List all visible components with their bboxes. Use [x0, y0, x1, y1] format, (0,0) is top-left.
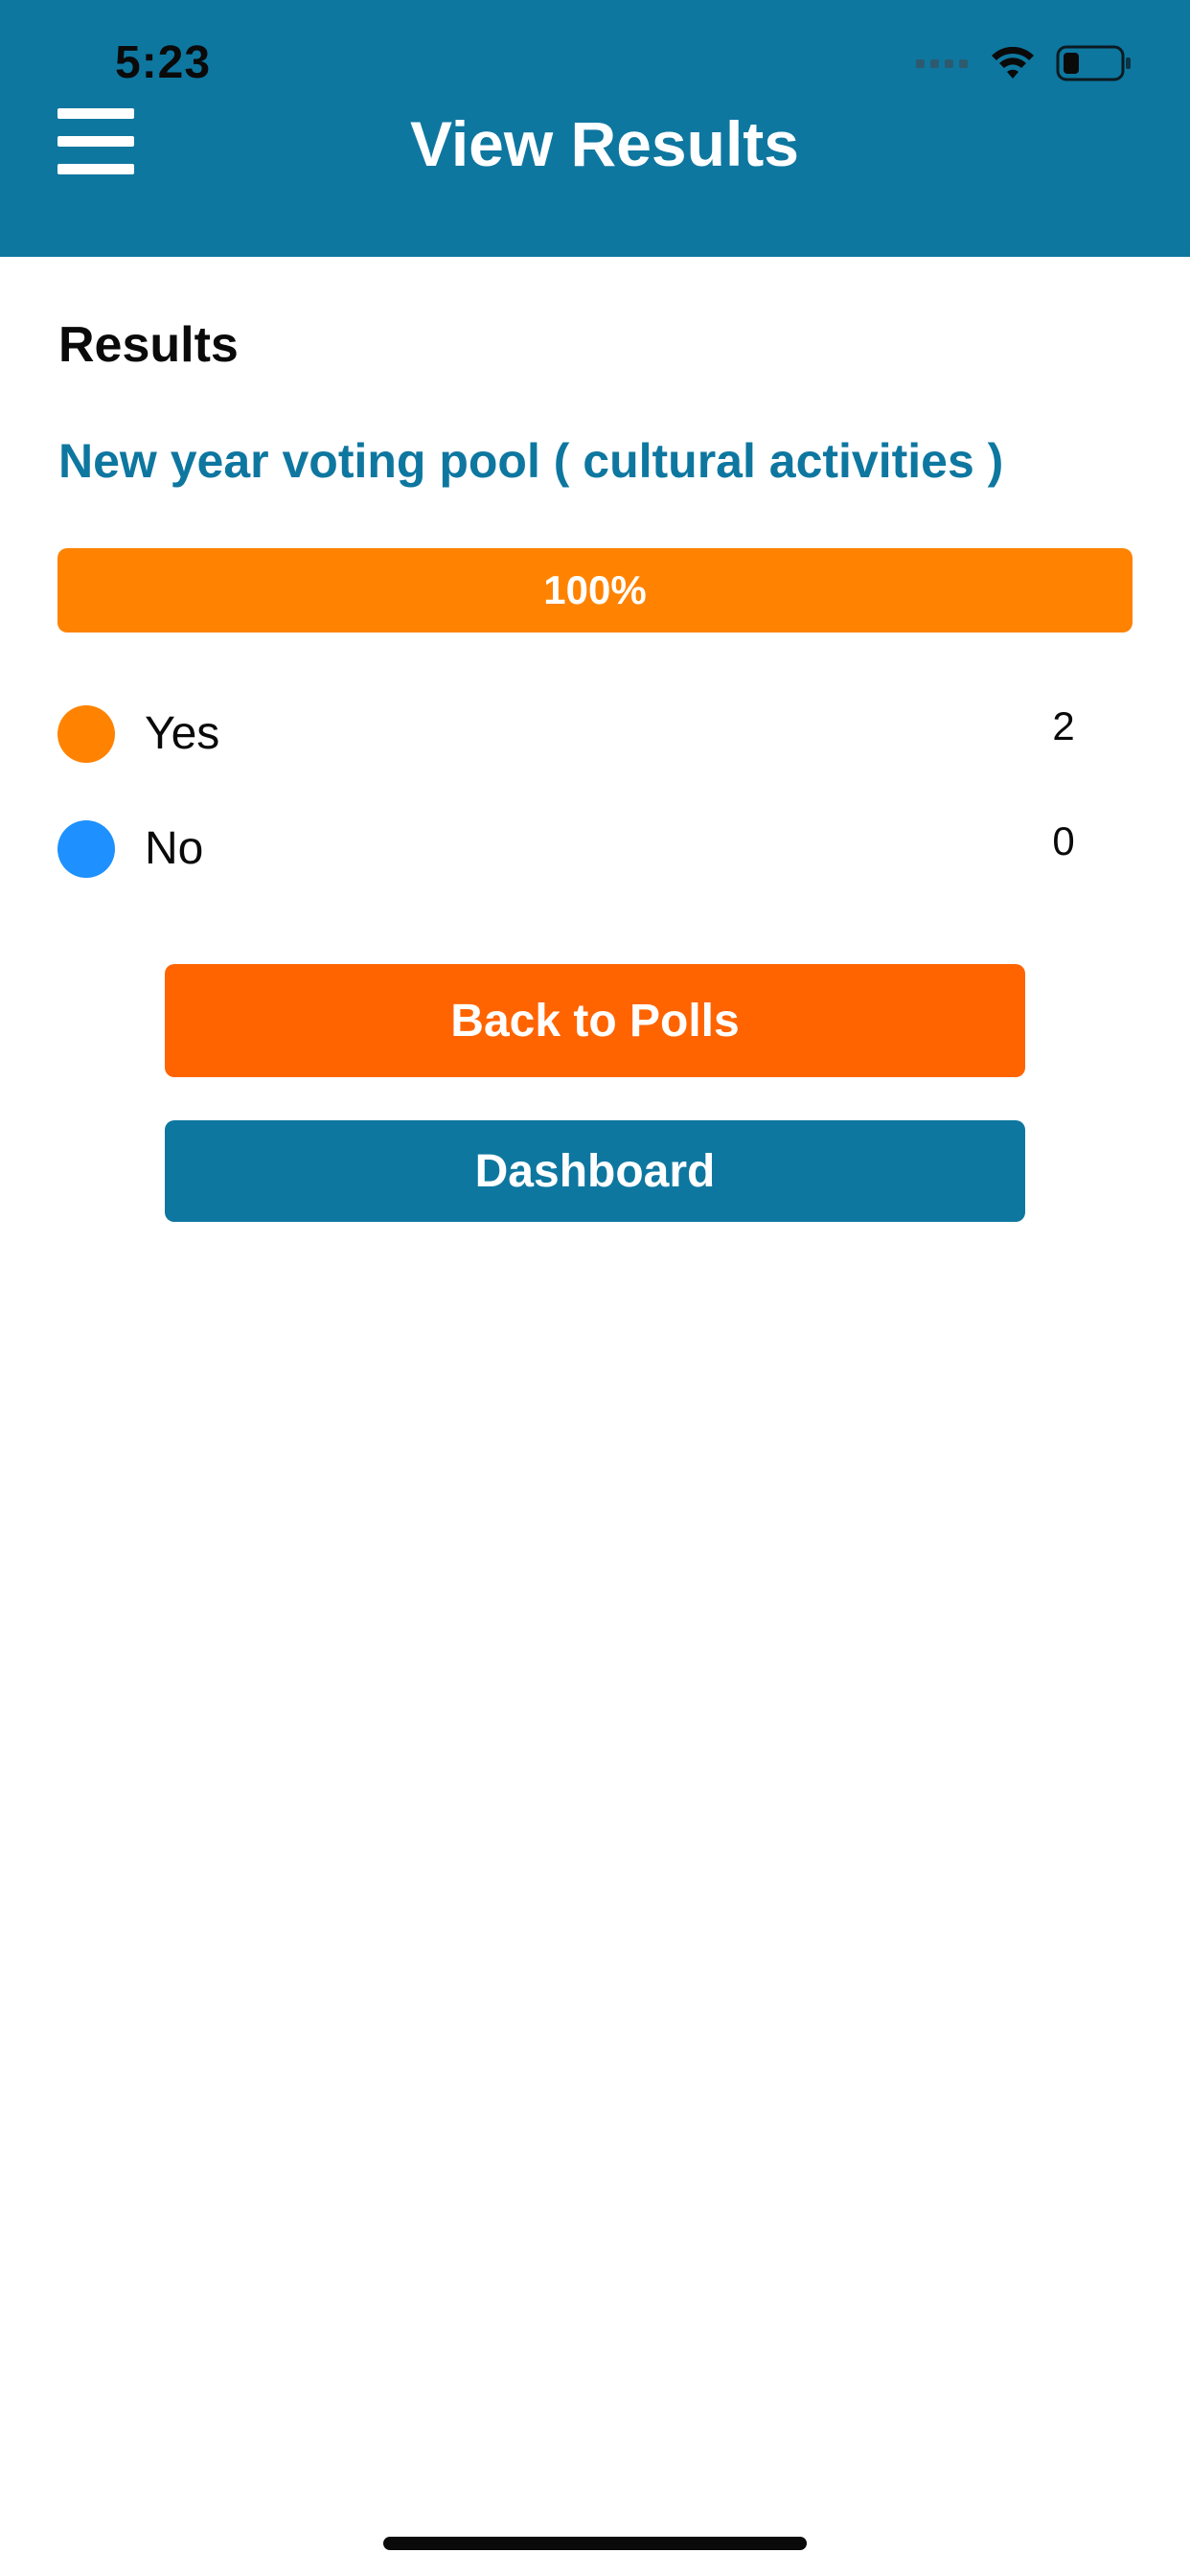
- page-title: View Results: [410, 108, 799, 179]
- cellular-signal-icon: [916, 58, 968, 68]
- home-indicator: [383, 2537, 807, 2550]
- option-vote-count: 2: [1052, 703, 1075, 748]
- back-to-polls-button[interactable]: Back to Polls: [165, 964, 1025, 1077]
- battery-icon: [1056, 45, 1131, 81]
- dashboard-button[interactable]: Dashboard: [165, 1120, 1025, 1222]
- poll-question: New year voting pool ( cultural activiti…: [58, 434, 1004, 488]
- status-time: 5:23: [115, 37, 212, 88]
- status-indicators: [916, 42, 1133, 84]
- option-label: No: [145, 823, 204, 874]
- option-vote-count: 0: [1052, 818, 1075, 863]
- result-option-no: No 0: [57, 818, 1092, 880]
- option-color-dot: [57, 820, 115, 878]
- result-option-yes: Yes 2: [57, 703, 1092, 765]
- progress-label: 100%: [543, 567, 647, 612]
- wifi-icon: [992, 47, 1034, 79]
- results-heading: Results: [58, 317, 239, 373]
- app-header: 5:23 View Results: [0, 0, 1190, 257]
- results-progress-bar: 100%: [57, 548, 1133, 632]
- option-color-dot: [57, 705, 115, 763]
- option-label: Yes: [145, 708, 220, 759]
